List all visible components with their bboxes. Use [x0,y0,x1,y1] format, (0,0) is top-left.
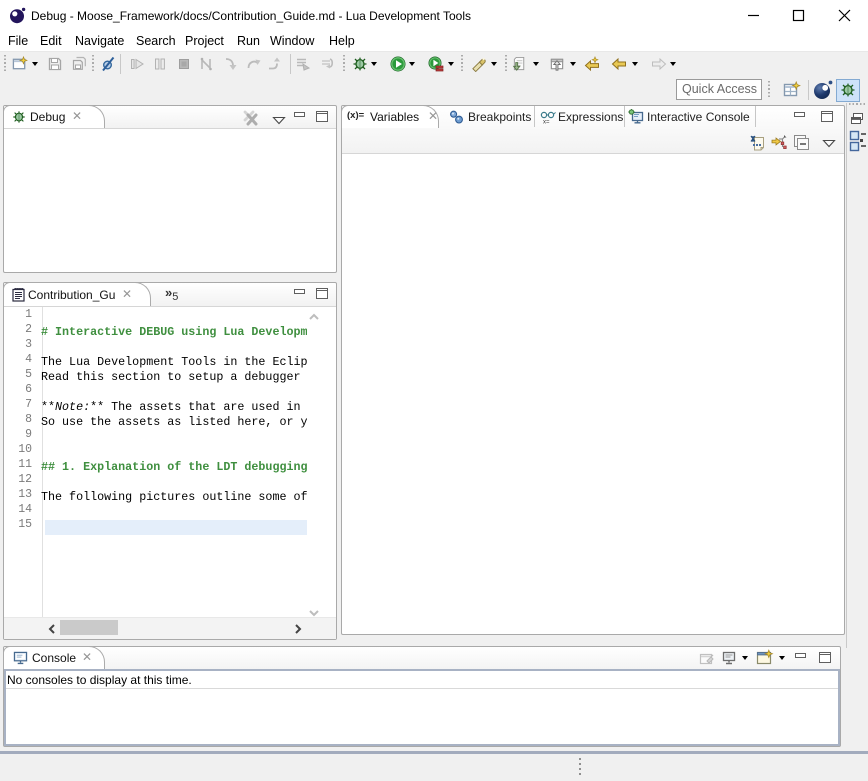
svg-text:x=: x= [543,120,550,126]
